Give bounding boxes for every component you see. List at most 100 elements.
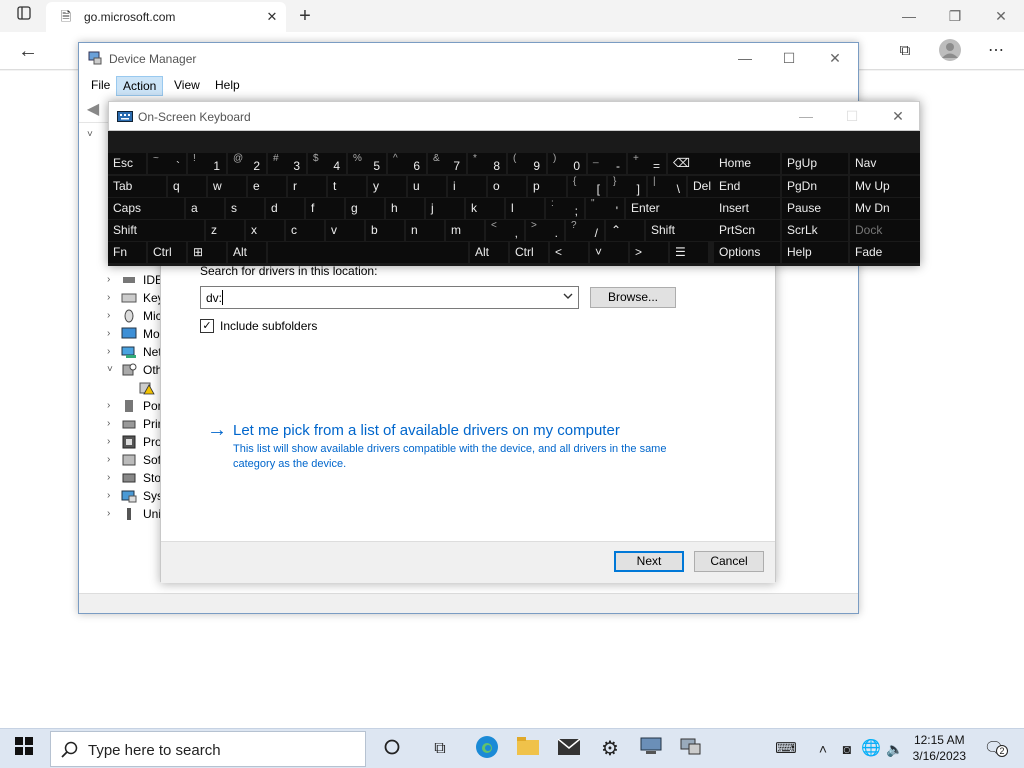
chevron-right-icon[interactable]: › — [107, 397, 117, 415]
osk-nav-key[interactable]: ScrLk — [782, 220, 848, 241]
dm-maximize-icon[interactable]: ☐ — [779, 48, 799, 68]
taskbar-search-box[interactable]: Type here to search — [50, 731, 366, 767]
osk-key[interactable]: % 5 — [348, 153, 386, 174]
chevron-right-icon[interactable]: › — [107, 451, 117, 469]
close-tab-icon[interactable]: ✕ — [260, 5, 284, 29]
osk-key[interactable]: l — [506, 198, 544, 219]
task-view-icon[interactable]: ⧉ — [426, 735, 454, 763]
dm-close-icon[interactable]: ✕ — [825, 48, 845, 68]
osk-key[interactable]: & 7 — [428, 153, 466, 174]
device-manager-titlebar[interactable]: Device Manager — ☐ ✕ — [79, 43, 858, 74]
osk-key[interactable]: s — [226, 198, 264, 219]
restore-icon[interactable]: ❐ — [945, 6, 965, 26]
osk-key[interactable]: n — [406, 220, 444, 241]
osk-nav-key[interactable]: Insert — [714, 198, 780, 219]
chevron-right-icon[interactable]: › — [107, 343, 117, 361]
osk-key[interactable]: Alt — [228, 242, 266, 263]
driver-path-combobox[interactable]: dv: — [200, 286, 579, 309]
next-button[interactable]: Next — [614, 551, 684, 572]
osk-key[interactable]: j — [426, 198, 464, 219]
osk-nav-key[interactable]: Help — [782, 242, 848, 263]
osk-nav-key[interactable]: End — [714, 176, 780, 197]
osk-key[interactable]: v — [326, 220, 364, 241]
osk-key[interactable]: $4 — [308, 153, 346, 174]
menu-help[interactable]: Help — [209, 76, 246, 96]
osk-key[interactable]: Esc — [108, 153, 146, 174]
osk-nav-key[interactable]: PgUp — [782, 153, 848, 174]
osk-key[interactable]: Ctrl — [510, 242, 548, 263]
osk-key[interactable]: {[ — [568, 176, 606, 197]
osk-key[interactable]: h — [386, 198, 424, 219]
osk-key[interactable]: t — [328, 176, 366, 197]
osk-minimize-icon[interactable]: — — [796, 106, 816, 126]
osk-key[interactable]: @2 — [228, 153, 266, 174]
osk-key[interactable]: }] — [608, 176, 646, 197]
windows-start-icon[interactable] — [10, 735, 38, 763]
browse-button[interactable]: Browse... — [590, 287, 676, 308]
settings-gear-icon[interactable]: ⚙ — [596, 735, 624, 763]
osk-key[interactable]: ? / — [566, 220, 604, 241]
remote-desktop-icon[interactable] — [637, 735, 665, 763]
osk-key[interactable]: Shift — [108, 220, 204, 241]
osk-key[interactable]: f — [306, 198, 344, 219]
osk-key[interactable]: ⌃ — [606, 220, 644, 241]
osk-nav-key[interactable]: PrtScn — [714, 220, 780, 241]
osk-key[interactable]: + = — [628, 153, 666, 174]
osk-key[interactable]: y — [368, 176, 406, 197]
osk-key[interactable]: Tab — [108, 176, 166, 197]
menu-action[interactable]: Action — [116, 76, 164, 96]
chevron-right-icon[interactable]: › — [107, 415, 117, 433]
osk-key[interactable]: Alt — [470, 242, 508, 263]
chevron-right-icon[interactable]: › — [107, 271, 117, 289]
osk-key[interactable]: < — [550, 242, 588, 263]
menu-file[interactable]: File — [85, 76, 116, 96]
include-subfolders-label[interactable]: Include subfolders — [220, 319, 317, 333]
mail-icon[interactable] — [555, 735, 583, 763]
new-tab-button[interactable]: + — [293, 4, 317, 28]
osk-key[interactable]: u — [408, 176, 446, 197]
osk-nav-key[interactable]: Pause — [782, 198, 848, 219]
chevron-right-icon[interactable]: › — [107, 433, 117, 451]
osk-key[interactable]: ! 1 — [188, 153, 226, 174]
osk-key[interactable]: i — [448, 176, 486, 197]
chevron-down-icon[interactable]: ˅ — [107, 361, 117, 379]
edge-browser-icon[interactable] — [473, 735, 501, 763]
device-manager-taskbar-icon[interactable] — [677, 735, 705, 763]
osk-key[interactable]: Ctrl — [148, 242, 186, 263]
osk-key[interactable]: q — [168, 176, 206, 197]
osk-key[interactable]: o — [488, 176, 526, 197]
collections-icon[interactable]: ⧉ — [893, 39, 917, 63]
osk-key[interactable]: g — [346, 198, 384, 219]
osk-key[interactable]: (9 — [508, 153, 546, 174]
osk-key[interactable]: ) 0 — [548, 153, 586, 174]
chevron-right-icon[interactable]: › — [107, 307, 117, 325]
osk-key[interactable]: _ - — [588, 153, 626, 174]
chevron-right-icon[interactable]: › — [107, 487, 117, 505]
osk-key[interactable]: r — [288, 176, 326, 197]
osk-key[interactable]: ⊞ — [188, 242, 226, 263]
osk-close-icon[interactable]: ✕ — [888, 106, 908, 126]
osk-key[interactable]: z — [206, 220, 244, 241]
osk-key[interactable]: k — [466, 198, 504, 219]
chevron-down-icon[interactable] — [561, 289, 575, 305]
osk-maximize-icon[interactable]: ☐ — [842, 106, 862, 126]
osk-nav-key[interactable]: Nav — [850, 153, 920, 174]
profile-avatar-icon[interactable] — [938, 39, 962, 63]
more-options-icon[interactable]: ⋯ — [984, 39, 1008, 63]
osk-key[interactable]: ^ 6 — [388, 153, 426, 174]
cortana-icon[interactable] — [378, 735, 406, 763]
osk-nav-key[interactable]: Fade — [850, 242, 920, 263]
osk-key[interactable]: :; — [546, 198, 584, 219]
osk-key[interactable]: >. — [526, 220, 564, 241]
chevron-right-icon[interactable]: › — [107, 469, 117, 487]
osk-nav-key[interactable]: Dock — [850, 220, 920, 241]
osk-key[interactable]: c — [286, 220, 324, 241]
osk-key[interactable]: e — [248, 176, 286, 197]
osk-key[interactable]: w — [208, 176, 246, 197]
menu-view[interactable]: View — [168, 76, 206, 96]
osk-key[interactable]: m — [446, 220, 484, 241]
osk-nav-key[interactable]: Options — [714, 242, 780, 263]
osk-key[interactable]: ☰ — [670, 242, 708, 263]
osk-key[interactable]: * 8 — [468, 153, 506, 174]
osk-nav-key[interactable]: Mv Dn — [850, 198, 920, 219]
